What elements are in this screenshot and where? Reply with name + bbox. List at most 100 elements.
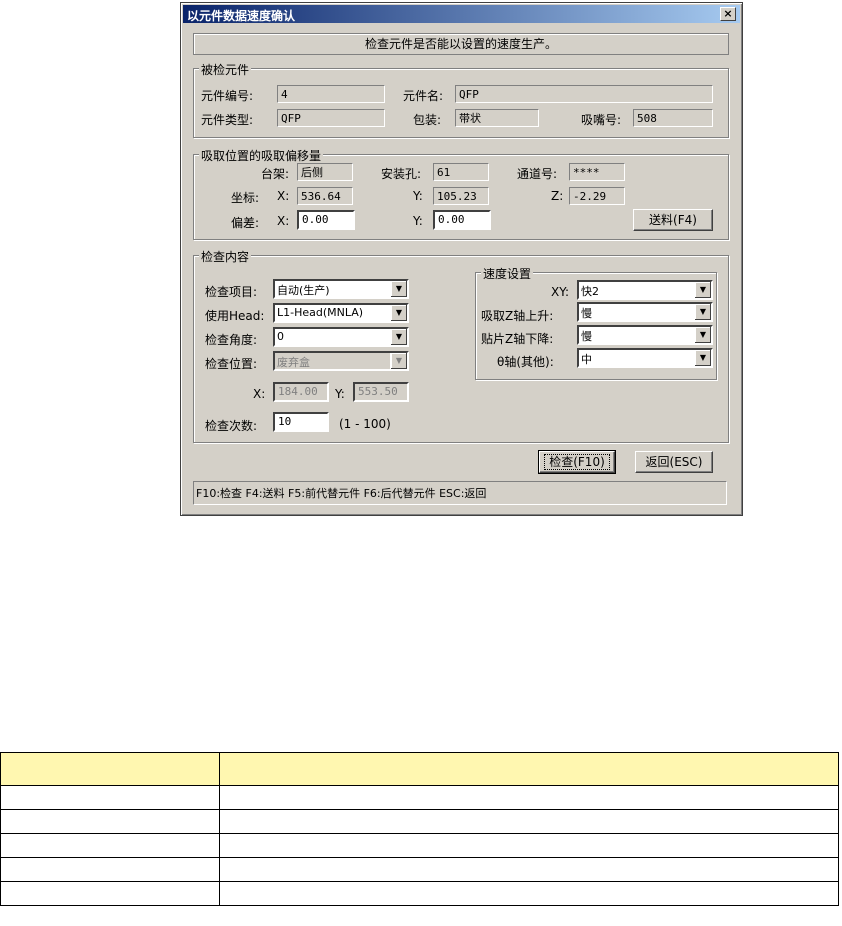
table-row bbox=[0, 881, 839, 906]
nozzle-field: 508 bbox=[633, 109, 713, 127]
inspect-angle-select[interactable]: 0 ▼ bbox=[273, 327, 409, 347]
xy-speed-label: XY: bbox=[551, 285, 569, 299]
component-group-legend: 被检元件 bbox=[199, 61, 252, 78]
table-cell bbox=[0, 809, 220, 834]
inspect-count-input[interactable]: 10 bbox=[273, 412, 329, 432]
place-z-speed-select[interactable]: 慢 ▼ bbox=[577, 325, 713, 345]
position-y-field: 553.50 bbox=[353, 382, 409, 402]
back-button[interactable]: 返回(ESC) bbox=[635, 451, 713, 473]
coord-label: 坐标: bbox=[231, 191, 260, 205]
inspect-position-value: 废弃盒 bbox=[277, 356, 310, 369]
coord-y-field: 105.23 bbox=[433, 187, 489, 205]
table-header-cell bbox=[219, 752, 839, 786]
dropdown-arrow-icon[interactable]: ▼ bbox=[694, 350, 711, 366]
inspect-count-range: (1 - 100) bbox=[339, 417, 391, 431]
inspect-item-label: 检查项目: bbox=[205, 285, 258, 299]
position-y-label: Y: bbox=[335, 387, 345, 401]
offset-x-label: X: bbox=[277, 214, 290, 228]
head-label: 使用Head: bbox=[205, 309, 265, 323]
pick-z-speed-value: 慢 bbox=[581, 307, 592, 320]
info-banner: 检查元件是否能以设置的速度生产。 bbox=[193, 33, 729, 55]
offset-label: 偏差: bbox=[231, 216, 260, 230]
table-row bbox=[0, 785, 839, 810]
lane-label: 通道号: bbox=[517, 167, 558, 181]
inspect-angle-label: 检查角度: bbox=[205, 333, 258, 347]
theta-speed-select[interactable]: 中 ▼ bbox=[577, 348, 713, 368]
nozzle-label: 吸嘴号: bbox=[581, 113, 622, 127]
coord-x-label: X: bbox=[277, 189, 290, 203]
feed-button[interactable]: 送料(F4) bbox=[633, 209, 713, 231]
inspect-position-select: 废弃盒 ▼ bbox=[273, 351, 409, 371]
dropdown-arrow-icon[interactable]: ▼ bbox=[390, 305, 407, 321]
coord-y-label: Y: bbox=[413, 189, 423, 203]
dropdown-arrow-icon[interactable]: ▼ bbox=[694, 327, 711, 343]
dropdown-arrow-icon[interactable]: ▼ bbox=[390, 281, 407, 297]
place-z-speed-value: 慢 bbox=[581, 330, 592, 343]
table-cell bbox=[0, 785, 220, 810]
table-cell bbox=[219, 857, 839, 882]
component-name-field: QFP bbox=[455, 85, 713, 103]
close-icon[interactable]: × bbox=[720, 7, 736, 21]
inspection-legend: 检查内容 bbox=[199, 248, 252, 265]
table-row bbox=[0, 833, 839, 858]
table-cell bbox=[219, 881, 839, 906]
table-cell bbox=[0, 881, 220, 906]
inspect-angle-value: 0 bbox=[277, 330, 284, 343]
place-z-speed-label: 贴片Z轴下降: bbox=[481, 332, 554, 346]
offset-y-input[interactable]: 0.00 bbox=[433, 210, 491, 230]
coord-z-field: -2.29 bbox=[569, 187, 625, 205]
table-cell bbox=[0, 857, 220, 882]
dialog-title: 以元件数据速度确认 bbox=[187, 9, 296, 23]
table-header-cell bbox=[0, 752, 220, 786]
table-cell bbox=[219, 809, 839, 834]
head-select[interactable]: L1-Head(MNLA) ▼ bbox=[273, 303, 409, 323]
offset-y-label: Y: bbox=[413, 214, 423, 228]
table-header-row bbox=[0, 752, 839, 786]
package-label: 包装: bbox=[413, 113, 442, 127]
pickup-offset-legend: 吸取位置的吸取偏移量 bbox=[199, 147, 324, 164]
table-cell bbox=[219, 785, 839, 810]
coord-z-label: Z: bbox=[551, 189, 564, 203]
inspect-item-select[interactable]: 自动(生产) ▼ bbox=[273, 279, 409, 299]
table-cell bbox=[219, 833, 839, 858]
inspect-position-label: 检查位置: bbox=[205, 357, 258, 371]
xy-speed-value: 快2 bbox=[581, 285, 599, 298]
position-x-label: X: bbox=[253, 387, 266, 401]
dropdown-arrow-icon: ▼ bbox=[390, 353, 407, 369]
table-row bbox=[0, 857, 839, 882]
speed-legend: 速度设置 bbox=[481, 265, 534, 282]
xy-speed-select[interactable]: 快2 ▼ bbox=[577, 280, 713, 300]
title-bar[interactable]: 以元件数据速度确认 × bbox=[183, 5, 740, 23]
pick-z-speed-label: 吸取Z轴上升: bbox=[481, 309, 554, 323]
package-field: 带状 bbox=[455, 109, 539, 127]
stage-field: 后侧 bbox=[297, 163, 353, 181]
speed-check-dialog: 以元件数据速度确认 × 检查元件是否能以设置的速度生产。 被检元件 元件编号: … bbox=[180, 2, 743, 516]
lane-field: **** bbox=[569, 163, 625, 181]
theta-speed-label: θ轴(其他): bbox=[497, 355, 554, 369]
stage-label: 台架: bbox=[261, 167, 290, 181]
component-group bbox=[193, 68, 729, 138]
mount-hole-label: 安装孔: bbox=[381, 167, 422, 181]
dropdown-arrow-icon[interactable]: ▼ bbox=[694, 304, 711, 320]
inspect-item-value: 自动(生产) bbox=[277, 284, 330, 297]
table-row bbox=[0, 809, 839, 834]
offset-x-input[interactable]: 0.00 bbox=[297, 210, 355, 230]
position-x-field: 184.00 bbox=[273, 382, 329, 402]
status-bar: F10:检查 F4:送料 F5:前代替元件 F6:后代替元件 ESC:返回 bbox=[193, 481, 727, 505]
coord-x-field: 536.64 bbox=[297, 187, 353, 205]
component-type-field: QFP bbox=[277, 109, 385, 127]
dropdown-arrow-icon[interactable]: ▼ bbox=[390, 329, 407, 345]
check-button[interactable]: 检查(F10) bbox=[538, 450, 616, 474]
check-button-label: 检查(F10) bbox=[544, 454, 610, 470]
mount-hole-field: 61 bbox=[433, 163, 489, 181]
inspect-count-label: 检查次数: bbox=[205, 419, 258, 433]
pick-z-speed-select[interactable]: 慢 ▼ bbox=[577, 302, 713, 322]
dropdown-arrow-icon[interactable]: ▼ bbox=[694, 282, 711, 298]
data-table bbox=[0, 752, 839, 906]
theta-speed-value: 中 bbox=[581, 353, 592, 366]
component-number-label: 元件编号: bbox=[201, 89, 254, 103]
component-name-label: 元件名: bbox=[403, 89, 444, 103]
head-value: L1-Head(MNLA) bbox=[277, 306, 364, 319]
table-cell bbox=[0, 833, 220, 858]
component-type-label: 元件类型: bbox=[201, 113, 254, 127]
